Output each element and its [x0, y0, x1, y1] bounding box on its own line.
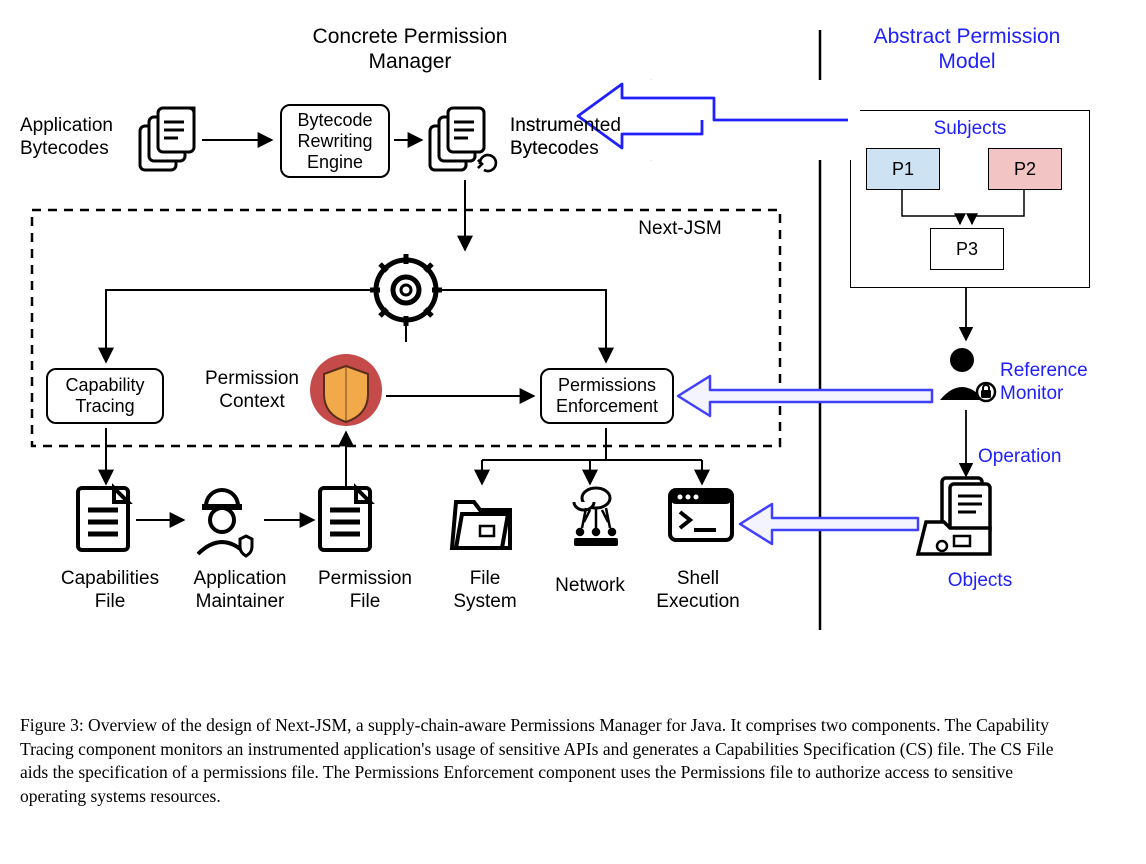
box-cap-tracing: CapabilityTracing	[46, 368, 164, 424]
label-file-system: FileSystem	[440, 568, 530, 614]
file-icon-2	[320, 488, 370, 550]
box-perm-enforce: PermissionsEnforcement	[540, 368, 674, 424]
label-subjects: Subjects	[920, 118, 1020, 141]
label-perm-context: PermissionContext	[192, 368, 312, 414]
figure-caption: Figure 3: Overview of the design of Next…	[20, 714, 1080, 809]
box-p3: P3	[930, 228, 1004, 270]
worker-icon	[198, 490, 252, 556]
shield-icon	[310, 354, 382, 426]
folder-icon	[452, 502, 510, 548]
box-p2: P2	[988, 148, 1062, 190]
terminal-icon	[670, 490, 732, 540]
label-network: Network	[540, 575, 640, 598]
person-lock-icon	[940, 348, 995, 401]
label-nextjsm: Next-JSM	[620, 218, 740, 241]
header-concrete: Concrete PermissionManager	[280, 24, 540, 74]
label-app-maintainer: ApplicationMaintainer	[180, 568, 300, 614]
diagram-canvas: Concrete PermissionManager Abstract Perm…	[20, 20, 1126, 700]
docs-refresh-icon-top	[430, 108, 510, 188]
hollow-arrow-3	[740, 504, 918, 544]
label-cap-file: CapabilitiesFile	[50, 568, 170, 614]
label-shell-exec: ShellExecution	[648, 568, 748, 614]
network-icon	[574, 488, 618, 546]
box-p1: P1	[866, 148, 940, 190]
label-operation: Operation	[978, 446, 1078, 469]
box-rewriting-engine: BytecodeRewritingEngine	[280, 104, 390, 178]
docs-icon	[140, 108, 194, 170]
label-app-bytecodes: ApplicationBytecodes	[20, 115, 130, 161]
gear-icon	[370, 254, 442, 326]
file-icon	[78, 488, 128, 550]
label-ref-monitor: ReferenceMonitor	[1000, 360, 1110, 406]
label-instrumented-top: InstrumentedBytecodes	[510, 115, 650, 161]
header-abstract: Abstract PermissionModel	[852, 24, 1082, 74]
objects-icon	[918, 478, 990, 554]
label-objects: Objects	[930, 570, 1030, 593]
label-perm-file: PermissionFile	[310, 568, 420, 614]
hollow-arrow-2	[678, 376, 932, 416]
